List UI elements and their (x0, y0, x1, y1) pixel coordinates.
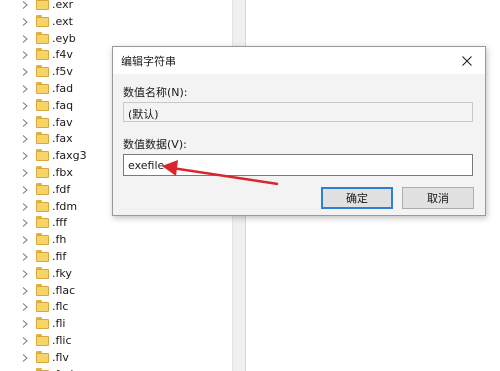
tree-item-label: .fif (52, 250, 67, 263)
tree-item[interactable]: .fnd (0, 367, 232, 371)
tree-item-label: .fad (52, 82, 74, 95)
folder-icon (36, 149, 49, 162)
tree-item[interactable]: .flic (0, 333, 232, 350)
tree-item[interactable]: .ext (0, 14, 232, 31)
chevron-right-icon[interactable] (21, 185, 29, 194)
folder-icon (36, 334, 49, 346)
tree-item-label: .fbx (52, 166, 73, 179)
folder-icon (36, 166, 49, 178)
tree-item-label: .faq (52, 98, 74, 112)
chevron-right-icon[interactable] (21, 269, 29, 278)
chevron-right-icon[interactable] (21, 320, 29, 329)
folder-icon (36, 216, 49, 229)
chevron-right-icon[interactable] (21, 51, 29, 60)
tree-item-label: .fav (52, 115, 73, 129)
ok-button[interactable]: 确定 (321, 187, 393, 209)
folder-icon (36, 98, 49, 111)
tree-item-label: .flv (52, 350, 69, 364)
dialog-titlebar: 编辑字符串 (113, 47, 485, 74)
tree-item-label: .f5v (52, 65, 73, 79)
chevron-right-icon[interactable] (21, 1, 29, 9)
folder-icon (36, 14, 49, 27)
chevron-right-icon[interactable] (21, 236, 29, 245)
folder-icon (36, 48, 49, 61)
tree-item-label: .flac (52, 283, 76, 297)
tree-item-label: .fli (52, 317, 66, 331)
close-icon (462, 55, 472, 66)
tree-item-label: .exr (52, 0, 74, 11)
folder-icon (36, 283, 49, 296)
chevron-right-icon[interactable] (21, 169, 29, 177)
chevron-right-icon[interactable] (21, 152, 29, 161)
chevron-right-icon[interactable] (21, 286, 29, 295)
annotation-arrow-icon (162, 160, 279, 186)
tree-item-label: .fh (52, 233, 67, 247)
tree-item[interactable]: .fh (0, 232, 232, 249)
cancel-button[interactable]: 取消 (402, 187, 474, 209)
tree-item[interactable]: .fli (0, 316, 232, 333)
tree-item[interactable]: .fif (0, 249, 232, 266)
folder-icon (36, 266, 49, 279)
tree-item-label: .eyb (52, 31, 76, 45)
chevron-right-icon[interactable] (21, 118, 29, 127)
folder-icon (36, 132, 49, 145)
folder-icon (36, 250, 49, 262)
folder-icon (36, 82, 49, 94)
tree-item[interactable]: .flac (0, 283, 232, 300)
tree-item-label: .fff (52, 216, 67, 230)
dialog-title: 编辑字符串 (121, 55, 176, 68)
folder-icon (36, 350, 49, 363)
value-name-label: 数值名称(N): (123, 86, 188, 99)
tree-item[interactable]: .flv (0, 350, 232, 367)
folder-icon (36, 300, 49, 313)
tree-item-label: .ext (52, 14, 73, 28)
folder-icon (36, 65, 49, 78)
chevron-right-icon[interactable] (21, 34, 29, 43)
chevron-right-icon[interactable] (21, 253, 29, 261)
chevron-right-icon[interactable] (21, 68, 29, 77)
tree-item[interactable]: .fff (0, 215, 232, 232)
chevron-right-icon[interactable] (21, 337, 29, 345)
folder-icon (36, 182, 49, 195)
chevron-right-icon[interactable] (21, 353, 29, 362)
tree-item-label: .flc (52, 300, 69, 314)
tree-item-label: .fnd (52, 368, 73, 371)
folder-icon (36, 233, 49, 246)
chevron-right-icon[interactable] (21, 219, 29, 228)
chevron-right-icon[interactable] (21, 202, 29, 211)
chevron-right-icon[interactable] (21, 85, 29, 93)
chevron-right-icon[interactable] (21, 17, 29, 26)
tree-item-label: .flic (52, 334, 72, 347)
chevron-right-icon[interactable] (21, 135, 29, 144)
tree-item-label: .fdf (52, 182, 71, 196)
tree-item-label: .fky (52, 266, 72, 280)
value-name-field: (默认) (123, 102, 473, 122)
folder-icon (36, 115, 49, 128)
close-button[interactable] (449, 47, 485, 74)
folder-icon (36, 0, 49, 10)
folder-icon (36, 317, 49, 330)
chevron-right-icon[interactable] (21, 101, 29, 110)
tree-item[interactable]: .flc (0, 299, 232, 316)
folder-icon (36, 31, 49, 44)
tree-item-label: .f4v (52, 48, 73, 62)
tree-item-label: .faxg3 (52, 149, 87, 163)
tree-item[interactable]: .fky (0, 266, 232, 283)
tree-item[interactable]: .exr (0, 0, 232, 14)
tree-item-label: .fdm (52, 199, 78, 213)
chevron-right-icon[interactable] (21, 303, 29, 312)
tree-item-label: .fax (52, 132, 73, 146)
folder-icon (36, 199, 49, 212)
folder-icon (36, 367, 49, 371)
